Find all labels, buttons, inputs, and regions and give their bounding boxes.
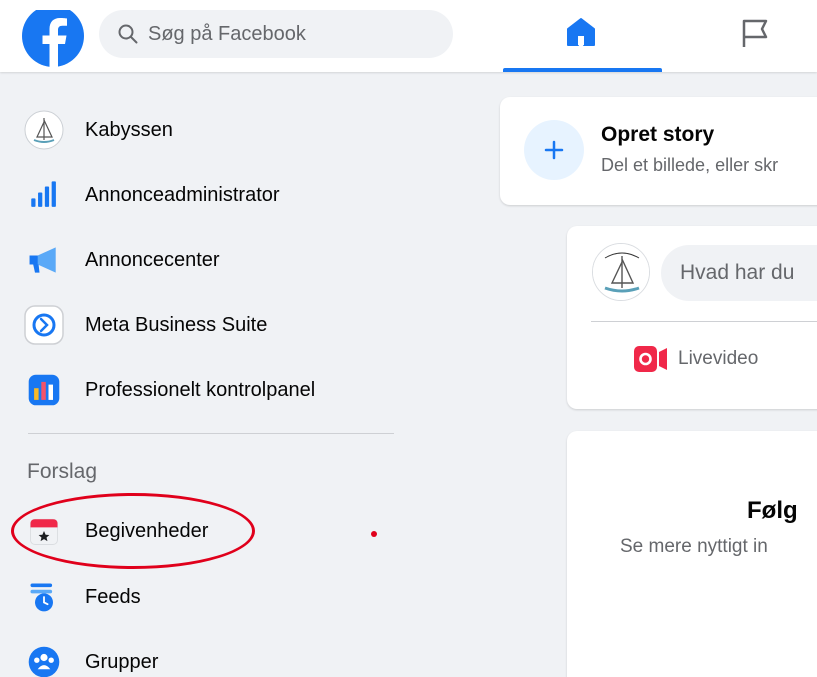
- live-video-icon: [634, 346, 667, 372]
- search-input[interactable]: Søg på Facebook: [148, 23, 306, 46]
- live-video-button[interactable]: Livevideo: [634, 346, 758, 372]
- follow-suggestion-card: Følg Se mere nyttigt in: [567, 431, 817, 677]
- sidebar-item-label: Meta Business Suite: [85, 313, 268, 336]
- follow-subtitle: Se mere nyttigt in: [620, 536, 768, 557]
- bar-chart-icon: [24, 175, 64, 215]
- composer-divider: [591, 321, 817, 322]
- sidebar-item-meta-business-suite[interactable]: Meta Business Suite: [24, 301, 394, 349]
- follow-title: Følg: [747, 497, 798, 524]
- sidebar-item-label: Feeds: [85, 585, 141, 608]
- sidebar-item-label: Professionelt kontrolpanel: [85, 378, 316, 401]
- story-title: Opret story: [601, 123, 715, 146]
- sidebar-item-label: Grupper: [85, 650, 159, 673]
- post-composer-card: Hvad har du Livevideo: [567, 226, 817, 409]
- plus-icon: [524, 120, 584, 180]
- sidebar-item-label: Begivenheder: [85, 519, 209, 542]
- page-avatar-icon[interactable]: [592, 243, 650, 301]
- annotation-dot: [371, 531, 377, 537]
- composer-input[interactable]: Hvad har du: [661, 245, 817, 301]
- search-bar[interactable]: Søg på Facebook: [99, 10, 453, 58]
- page-avatar-icon: [24, 110, 64, 150]
- sidebar-item-kabyssen[interactable]: Kabyssen: [24, 106, 394, 154]
- composer-placeholder: Hvad har du: [680, 261, 795, 284]
- megaphone-icon: [24, 240, 64, 280]
- sidebar-item-annoncecenter[interactable]: Annoncecenter: [24, 236, 394, 284]
- sidebar-item-label: Annonceadministrator: [85, 183, 280, 206]
- groups-icon: [24, 642, 64, 677]
- nav-tab-home[interactable]: [503, 0, 662, 72]
- sidebar-item-feeds[interactable]: Feeds: [24, 573, 394, 621]
- feeds-clock-icon: [24, 577, 64, 617]
- home-icon: [567, 18, 595, 46]
- sidebar-item-professionelt-kontrolpanel[interactable]: Professionelt kontrolpanel: [24, 366, 394, 414]
- sidebar-item-label: Annoncecenter: [85, 248, 220, 271]
- flag-icon[interactable]: [738, 16, 772, 50]
- live-video-label: Livevideo: [678, 348, 759, 369]
- top-navigation-bar: Søg på Facebook: [0, 0, 817, 72]
- sidebar-item-label: Kabyssen: [85, 118, 173, 141]
- search-icon: [118, 24, 138, 44]
- create-story-card[interactable]: Opret story Del et billede, eller skr: [500, 97, 817, 205]
- dashboard-icon: [24, 370, 64, 410]
- sidebar-item-annonceadministrator[interactable]: Annonceadministrator: [24, 171, 394, 219]
- facebook-logo-icon[interactable]: [22, 10, 84, 72]
- sidebar-divider: [28, 433, 394, 434]
- meta-business-suite-icon: [24, 305, 64, 345]
- sidebar-item-grupper[interactable]: Grupper: [24, 638, 394, 677]
- sidebar-item-begivenheder[interactable]: Begivenheder: [24, 507, 394, 555]
- section-heading-forslag: Forslag: [27, 460, 98, 483]
- calendar-star-icon: [24, 511, 64, 551]
- story-subtitle: Del et billede, eller skr: [601, 155, 779, 175]
- active-tab-indicator: [503, 68, 662, 72]
